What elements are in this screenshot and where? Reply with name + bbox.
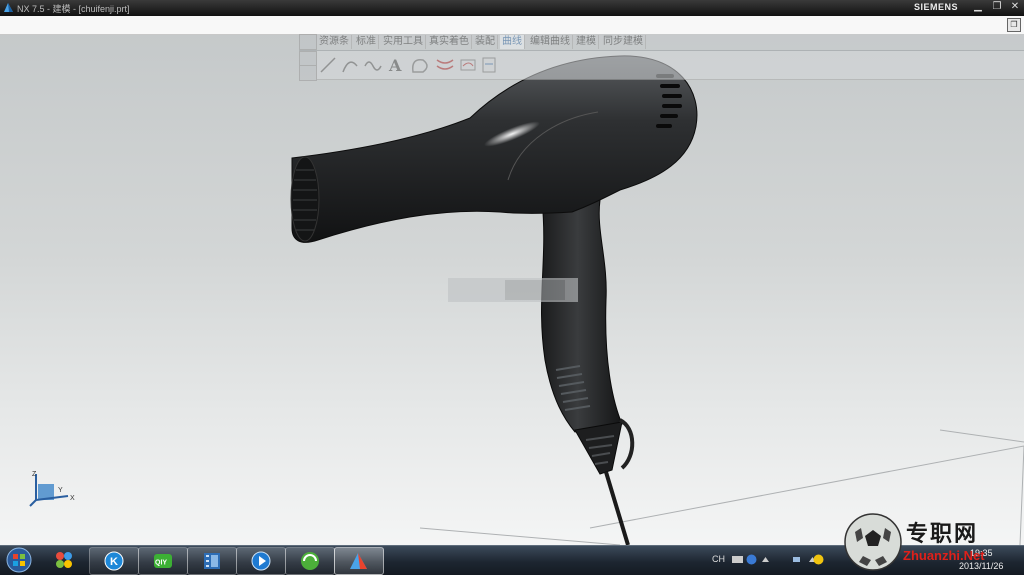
taskbar-media-player[interactable] [236,547,286,575]
cord-strain-relief [574,421,623,475]
tab-edit-curve[interactable]: 编辑曲线 [528,35,573,49]
toolbar-grip-lower[interactable] [299,65,317,81]
text-icon[interactable]: A [388,56,402,74]
taskbar-iqiyi[interactable]: QIY [138,547,188,575]
browser-icon [301,552,319,570]
svg-text:K: K [110,556,118,568]
app-launcher-icon [56,552,72,568]
offset-curve-icon[interactable] [436,59,454,70]
nx-app-icon [4,3,13,12]
taskbar-kugou[interactable]: K [89,547,139,575]
soccer-ball-logo [844,513,902,571]
watermark-chinese-text: 专职网 [906,521,979,547]
kugou-icon: K [104,551,124,571]
start-orb-icon[interactable] [4,546,34,575]
tab-curve[interactable]: 曲线 [500,35,525,49]
triad-label-y: Y [58,487,63,494]
tab-utilities[interactable]: 实用工具 [381,35,426,49]
keyboard-icon[interactable] [732,554,743,565]
window-title: NX 7.5 - 建模 - [chuifenji.prt] [17,4,130,14]
tab-true-shading[interactable]: 真实着色 [427,35,472,49]
coordinate-triad: Z Y X [29,471,75,507]
restore-button[interactable]: ❐ [990,1,1004,13]
model-drawing: Z Y X [29,55,1024,545]
hanging-loop [618,418,635,470]
iqiyi-icon: QIY [154,554,172,568]
toolbar-tab-row: 资源条 标准 实用工具 真实着色 装配 曲线 编辑曲线 建模 同步建模 [299,34,1024,51]
toolbar-icon-row: A [299,51,1024,81]
curve-region-icon[interactable] [411,59,428,73]
tab-standard[interactable]: 标准 [354,35,379,49]
minimize-button[interactable]: ▁ [971,1,985,13]
power-cord [604,471,630,545]
window-title-bar[interactable]: NX 7.5 - 建模 - [chuifenji.prt] SIEMENS ▁ … [0,0,1024,16]
tab-assembly[interactable]: 装配 [473,35,498,49]
blurred-label [448,278,578,302]
graphics-viewport[interactable]: ❐ Z Y X 资源条 标准 实用工具 真实着色 装配 曲线 编辑曲线 建模 同… [0,16,1024,545]
tab-modeling[interactable]: 建模 [574,35,599,49]
network-icon[interactable] [792,554,803,565]
triad-label-x: X [70,495,75,502]
play-icon [251,551,271,571]
arc-icon[interactable] [342,61,358,73]
language-indicator[interactable]: CH [712,554,725,564]
project-curve-icon[interactable] [460,59,476,71]
close-button[interactable]: ✕ [1008,1,1022,13]
ribbon-toolbar: 资源条 标准 实用工具 真实着色 装配 曲线 编辑曲线 建模 同步建模 A [299,34,1024,81]
taskbar-browser[interactable] [285,547,335,575]
toolbar-grip[interactable] [299,34,317,50]
extract-curve-icon[interactable] [482,57,496,73]
tab-resource-bar[interactable]: 资源条 [317,35,352,49]
spline-icon[interactable] [364,61,382,71]
taskbar-video-editor[interactable] [187,547,237,575]
dryer-body [291,55,698,243]
siemens-brand: SIEMENS [913,2,958,12]
dryer-handle [541,199,623,433]
svg-text:QIY: QIY [155,560,167,567]
text-tool-glyph: A [388,56,402,74]
nx-icon [350,553,367,569]
tab-sync-modeling[interactable]: 同步建模 [601,35,646,49]
line-icon[interactable] [320,57,336,73]
watermark-url: Zhuanzhi.Net [903,548,985,563]
security-icon[interactable] [813,554,824,565]
zhuanzhi-watermark: 专职网 Zhuanzhi.Net [843,510,1024,574]
film-strip-icon [204,553,220,569]
tray-expand-icon[interactable] [760,554,771,565]
help-icon[interactable] [746,554,757,565]
taskbar-siemens-nx[interactable] [334,547,384,575]
triad-label-z: Z [32,471,37,478]
taskbar-app-launcher[interactable] [40,547,88,573]
